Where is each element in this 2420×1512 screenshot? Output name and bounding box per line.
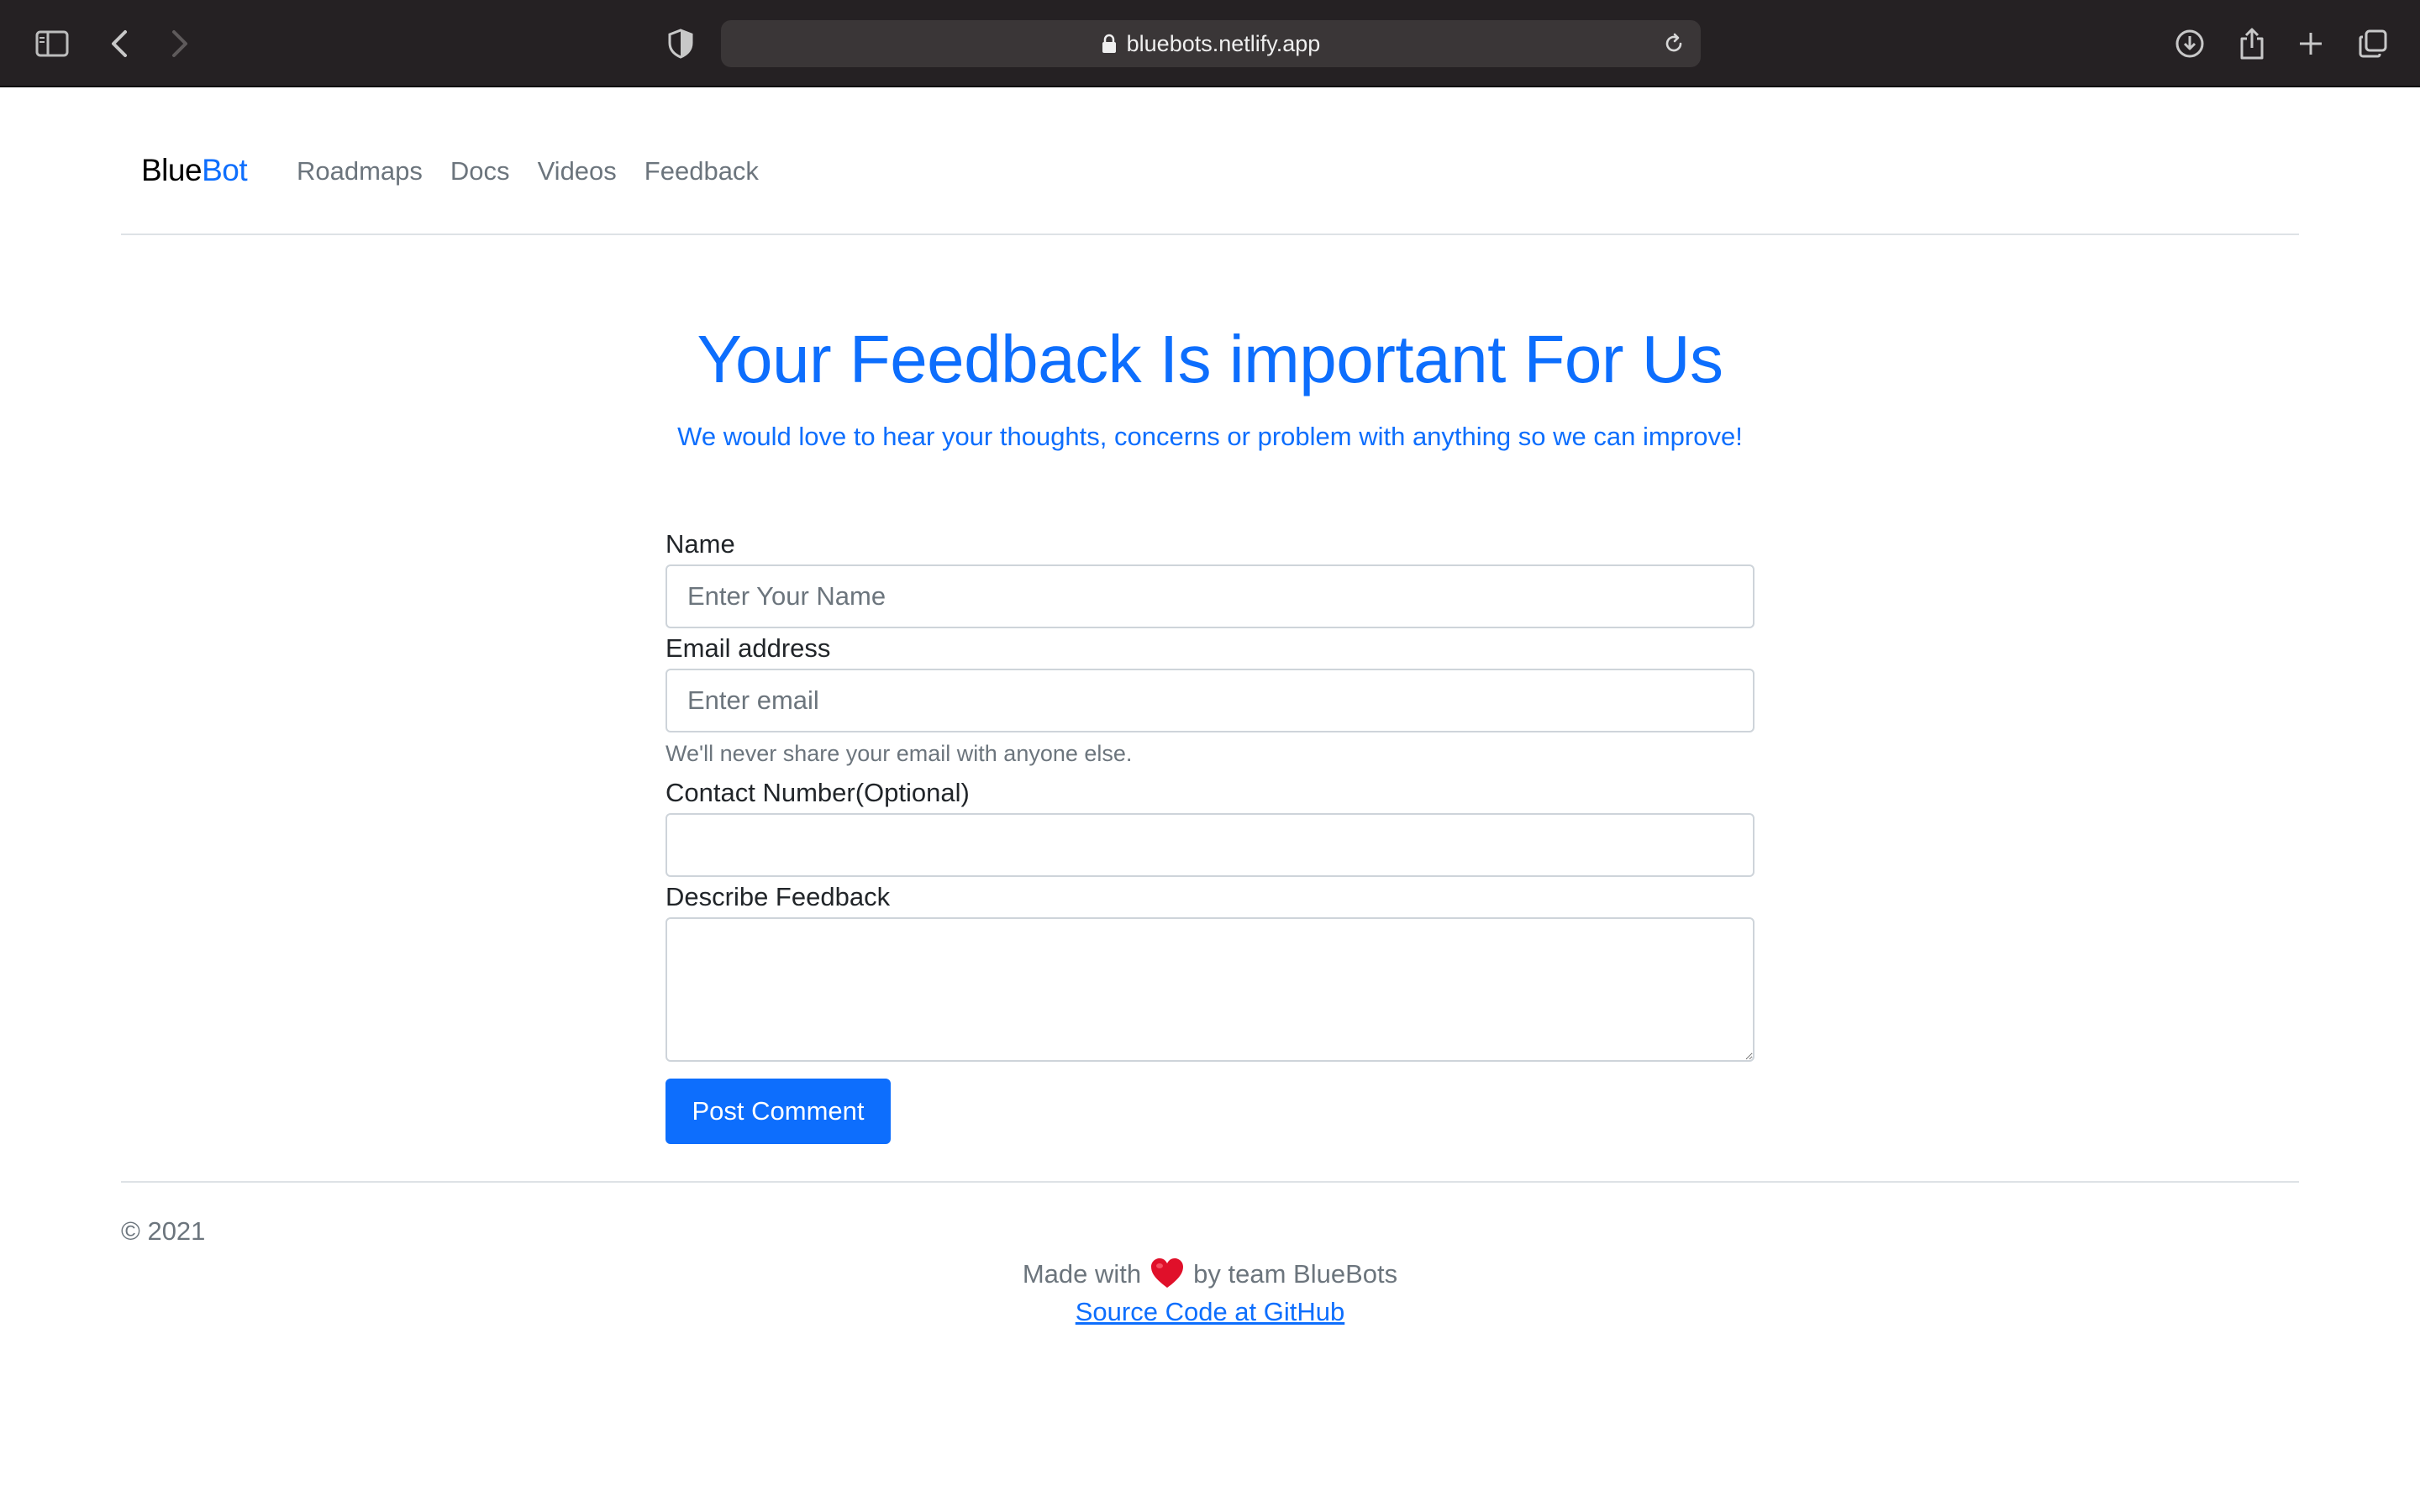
contact-label: Contact Number(Optional) xyxy=(666,778,970,807)
copyright-text: © 2021 xyxy=(121,1216,206,1246)
site-navbar: BlueBot Roadmaps Docs Videos Feedback xyxy=(121,87,2299,235)
made-with-suffix: by team BlueBots xyxy=(1193,1258,1398,1289)
made-with-line: Made with by team BlueBots xyxy=(0,1257,2420,1290)
reload-icon[interactable] xyxy=(1659,29,1689,59)
shield-icon[interactable] xyxy=(660,24,701,64)
heart-icon xyxy=(1150,1257,1185,1290)
sidebar-icon[interactable] xyxy=(32,24,72,64)
source-code-line: Source Code at GitHub xyxy=(0,1299,2420,1325)
nav-link-feedback[interactable]: Feedback xyxy=(644,158,759,184)
brand-text-bot: Bot xyxy=(202,153,248,187)
nav-link-videos[interactable]: Videos xyxy=(538,158,617,184)
name-label: Name xyxy=(666,529,735,559)
nav-links: Roadmaps Docs Videos Feedback xyxy=(297,158,786,184)
page-title: Your Feedback Is important For Us xyxy=(697,322,1723,396)
tabs-overview-icon[interactable] xyxy=(2353,24,2393,64)
browser-toolbar: bluebots.netlify.app xyxy=(0,0,2420,87)
contact-number-input[interactable] xyxy=(666,813,1754,877)
new-tab-icon[interactable] xyxy=(2291,24,2331,64)
lock-icon xyxy=(1102,34,1117,54)
name-input[interactable] xyxy=(666,564,1754,628)
made-with-prefix: Made with xyxy=(1022,1258,1142,1289)
url-text: bluebots.netlify.app xyxy=(1126,30,1321,56)
footer-divider xyxy=(121,1181,2299,1183)
brand-text-blue: Blue xyxy=(141,153,203,187)
email-help-text: We'll never share your email with anyone… xyxy=(666,741,1133,766)
post-comment-button[interactable]: Post Comment xyxy=(666,1079,891,1144)
email-input[interactable] xyxy=(666,669,1754,732)
page-subtitle: We would love to hear your thoughts, con… xyxy=(677,422,1743,451)
address-bar[interactable]: bluebots.netlify.app xyxy=(721,20,1701,67)
nav-link-roadmaps[interactable]: Roadmaps xyxy=(297,158,423,184)
nav-link-docs[interactable]: Docs xyxy=(450,158,510,184)
back-icon[interactable] xyxy=(99,24,139,64)
brand-logo[interactable]: BlueBot xyxy=(141,153,248,187)
download-icon[interactable] xyxy=(2170,24,2210,64)
feedback-textarea[interactable] xyxy=(666,917,1754,1062)
feedback-label: Describe Feedback xyxy=(666,882,891,911)
email-label: Email address xyxy=(666,633,831,663)
share-icon[interactable] xyxy=(2232,24,2272,64)
forward-icon[interactable] xyxy=(160,24,200,64)
source-code-link[interactable]: Source Code at GitHub xyxy=(1076,1297,1345,1326)
